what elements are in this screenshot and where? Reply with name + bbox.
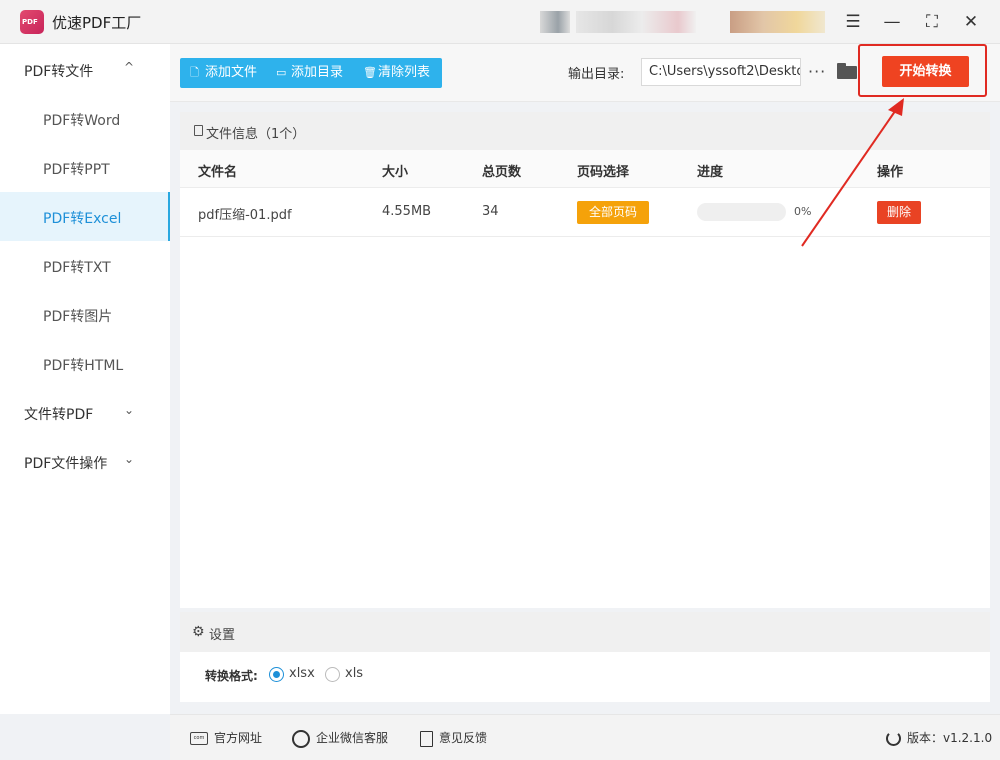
feedback-link[interactable]: 意见反馈 xyxy=(420,715,487,760)
chat-icon xyxy=(292,729,310,748)
website-label: 官方网址 xyxy=(214,731,263,745)
title-bar: 优速PDF工厂 ☰ — ⛶ ✕ xyxy=(0,0,1000,44)
file-action-group: 🗋 添加文件 ▭ 添加目录 🗑清除列表 xyxy=(180,58,442,88)
sidebar-item-pdf-to-ppt[interactable]: PDF转PPT xyxy=(0,143,170,192)
output-dir-label: 输出目录: xyxy=(568,67,625,82)
website-icon: com xyxy=(190,732,208,745)
sidebar: PDF转文件 ^ PDF转Word PDF转PPT PDF转Excel PDF转… xyxy=(0,44,170,714)
open-folder-icon[interactable] xyxy=(837,63,857,79)
sidebar-group-pdf-operations[interactable]: PDF文件操作 ⌄ xyxy=(0,437,170,486)
wechat-label: 企业微信客服 xyxy=(316,731,389,745)
add-file-label: 添加文件 xyxy=(205,65,258,80)
menu-icon[interactable]: ☰ xyxy=(841,10,865,34)
add-folder-button[interactable]: ▭ 添加目录 xyxy=(276,58,343,88)
sidebar-item-pdf-to-word[interactable]: PDF转Word xyxy=(0,94,170,143)
file-name-cell: pdf压缩-01.pdf xyxy=(198,208,292,223)
feedback-icon xyxy=(420,730,433,747)
folder-icon: ▭ xyxy=(276,66,287,79)
refresh-icon xyxy=(886,731,901,746)
file-size-cell: 4.55MB xyxy=(382,204,432,219)
maximize-icon[interactable]: ⛶ xyxy=(920,10,944,34)
add-folder-label: 添加目录 xyxy=(291,65,344,80)
file-info-icon xyxy=(194,125,203,136)
website-link[interactable]: com 官方网址 xyxy=(190,715,262,760)
sidebar-item-label: PDF转HTML xyxy=(43,358,124,374)
sidebar-item-pdf-to-html[interactable]: PDF转HTML xyxy=(0,339,170,388)
sidebar-group-pdf-to-file[interactable]: PDF转文件 ^ xyxy=(0,45,170,94)
app-logo-icon xyxy=(20,10,44,34)
sidebar-item-label: PDF转图片 xyxy=(43,309,113,325)
trash-icon: 🗑 xyxy=(363,66,377,79)
chevron-down-icon: ⌄ xyxy=(124,403,135,417)
panel-header: 文件信息（1个） xyxy=(180,112,990,150)
file-icon: 🗋 xyxy=(190,66,199,79)
annotation-highlight-box xyxy=(858,44,987,97)
blurred-user-area xyxy=(576,11,696,33)
sidebar-item-label: PDF转Excel xyxy=(43,211,122,227)
table-header: 文件名 大小 总页数 页码选择 进度 操作 xyxy=(180,150,990,188)
radio-xls[interactable] xyxy=(325,667,340,682)
app-title: 优速PDF工厂 xyxy=(52,14,142,32)
sidebar-group-label: PDF文件操作 xyxy=(24,456,108,472)
column-header-page-select: 页码选择 xyxy=(577,165,630,180)
progress-bar xyxy=(697,203,786,221)
close-icon[interactable]: ✕ xyxy=(959,10,983,34)
footer: com 官方网址 企业微信客服 意见反馈 版本：v1.2.1.0 xyxy=(170,714,1000,760)
gear-icon: ⚙ xyxy=(192,624,205,640)
column-header-size: 大小 xyxy=(382,165,409,180)
sidebar-group-file-to-pdf[interactable]: 文件转PDF ⌄ xyxy=(0,388,170,437)
sidebar-item-label: PDF转Word xyxy=(43,113,121,129)
blurred-user-area xyxy=(730,11,825,33)
minimize-icon[interactable]: — xyxy=(880,10,904,34)
column-header-pages: 总页数 xyxy=(482,165,522,180)
version-label: 版本：v1.2.1.0 xyxy=(907,731,993,745)
output-dir-input[interactable]: C:\Users\yssoft2\Desktop xyxy=(641,58,801,86)
chevron-up-icon: ^ xyxy=(124,60,135,74)
sidebar-item-pdf-to-image[interactable]: PDF转图片 xyxy=(0,290,170,339)
radio-xls-label[interactable]: xls xyxy=(345,666,363,681)
delete-button[interactable]: 删除 xyxy=(877,201,921,224)
clear-list-button[interactable]: 🗑清除列表 xyxy=(363,58,430,88)
sidebar-item-label: PDF转PPT xyxy=(43,162,110,178)
wechat-support-link[interactable]: 企业微信客服 xyxy=(292,715,388,760)
table-row[interactable]: pdf压缩-01.pdf 4.55MB 34 全部页码 0% 删除 xyxy=(180,188,990,237)
panel-title: 文件信息（1个） xyxy=(206,127,306,142)
sidebar-group-label: PDF转文件 xyxy=(24,64,94,80)
radio-xlsx-label[interactable]: xlsx xyxy=(289,666,315,681)
column-header-action: 操作 xyxy=(877,165,904,180)
blurred-user-area xyxy=(540,11,570,33)
sidebar-item-label: PDF转TXT xyxy=(43,260,111,276)
sidebar-item-pdf-to-txt[interactable]: PDF转TXT xyxy=(0,241,170,290)
progress-percent: 0% xyxy=(794,205,812,218)
sidebar-item-pdf-to-excel[interactable]: PDF转Excel xyxy=(0,192,170,241)
version-info[interactable]: 版本：v1.2.1.0 xyxy=(886,715,992,760)
feedback-label: 意见反馈 xyxy=(439,731,488,745)
file-list-panel: 文件信息（1个） 文件名 大小 总页数 页码选择 进度 操作 pdf压缩-01.… xyxy=(180,112,990,608)
format-label: 转换格式: xyxy=(205,669,258,683)
settings-header: ⚙ 设置 xyxy=(180,612,990,652)
page-count-cell: 34 xyxy=(482,204,499,219)
chevron-down-icon: ⌄ xyxy=(124,452,135,466)
column-header-name: 文件名 xyxy=(198,165,238,180)
settings-body: 转换格式: xlsx xls xyxy=(180,652,990,702)
settings-title: 设置 xyxy=(209,628,236,643)
clear-list-label: 清除列表 xyxy=(378,65,431,80)
sidebar-group-label: 文件转PDF xyxy=(24,407,94,423)
radio-xlsx[interactable] xyxy=(269,667,284,682)
column-header-progress: 进度 xyxy=(697,165,724,180)
more-options-button[interactable]: ··· xyxy=(808,58,826,86)
add-file-button[interactable]: 🗋 添加文件 xyxy=(190,58,257,88)
page-select-button[interactable]: 全部页码 xyxy=(577,201,649,224)
